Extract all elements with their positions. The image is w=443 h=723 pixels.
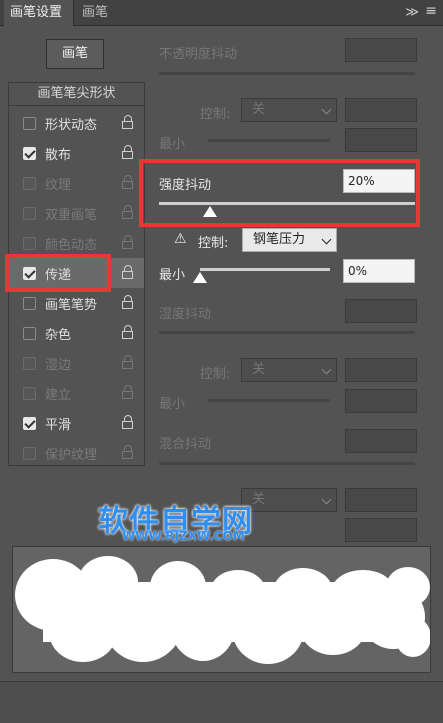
checkbox-brush-pose[interactable] [23,297,36,310]
checkbox-wet-edges[interactable] [23,357,36,370]
sidebar-item-label: 纹理 [45,178,72,193]
checkbox-smoothing[interactable] [23,417,36,430]
sidebar-item-label: 形状动态 [45,118,98,133]
checkbox-noise[interactable] [23,327,36,340]
checkbox-shape-dynamics[interactable] [23,117,36,130]
checkbox-scattering[interactable] [23,147,36,160]
chevron-down-icon [321,364,332,375]
sidebar-item-label: 平滑 [45,418,72,433]
brush-tip-shape-item[interactable]: 画笔笔尖形状 [8,82,145,106]
sidebar-item-label: 散布 [45,148,72,163]
lock-icon[interactable] [122,115,134,130]
wetness-jitter-field[interactable] [345,299,417,323]
sidebar-item-label: 湿边 [45,358,72,373]
highlight-flow-jitter [139,159,420,227]
lock-icon[interactable] [122,415,134,430]
wetness-control-field[interactable] [345,358,417,382]
sidebar-item-smoothing[interactable]: 平滑 [9,408,144,438]
opacity-minimum-slider[interactable] [208,139,330,142]
checkbox-protect-texture[interactable] [23,447,36,460]
sidebar-item-protect-texture[interactable]: 保护纹理 [9,438,144,468]
chevron-down-icon [321,104,332,115]
brush-stroke-shape [15,556,430,664]
tab-brush-settings[interactable]: 画笔设置 [4,0,74,26]
sidebar-item-label: 双重画笔 [45,208,98,223]
panel-menu-icon[interactable]: ≡ [425,3,437,19]
mix-minimum-field[interactable] [345,518,417,542]
checkbox-dual-brush[interactable] [23,207,36,220]
tab-brush[interactable]: 画笔 [76,0,116,26]
lock-icon[interactable] [122,325,134,340]
opacity-jitter-label: 不透明度抖动 [159,47,238,62]
sidebar-item-scattering[interactable]: 散布 [9,138,144,168]
sidebar-item-label: 画笔笔势 [45,298,98,313]
mix-control-value: 关 [252,492,266,507]
sidebar-item-shape-dynamics[interactable]: 形状动态 [9,108,144,138]
watermark-url: WWW.RJZXW.COM [122,529,245,543]
lock-icon[interactable] [122,145,134,160]
flow-control-label: 控制: [198,236,229,251]
mix-jitter-field[interactable] [345,429,417,453]
flow-minimum-label: 最小 [159,268,186,283]
mix-control-field[interactable] [345,488,417,512]
wetness-minimum-slider[interactable] [208,399,330,402]
wetness-jitter-slider[interactable] [159,331,415,334]
flow-minimum-slider-thumb[interactable] [193,272,207,283]
sidebar-item-label: 保护纹理 [45,448,98,463]
sidebar-item-build-up[interactable]: 建立 [9,378,144,408]
flow-control-value: 钢笔压力 [253,232,306,247]
mix-jitter-slider[interactable] [159,462,415,465]
sidebar-item-wet-edges[interactable]: 湿边 [9,348,144,378]
mix-jitter-label: 混合抖动 [159,437,212,452]
lock-icon[interactable] [122,235,134,250]
opacity-jitter-slider[interactable] [159,72,415,75]
opacity-control-field[interactable] [345,98,417,122]
sidebar-item-label: 建立 [45,388,72,403]
chevron-down-icon [321,234,332,245]
opacity-jitter-field[interactable] [345,38,417,62]
mix-control-select[interactable]: 关 [241,488,337,512]
brushes-button[interactable]: 画笔 [46,39,104,69]
flow-control-select[interactable]: 钢笔压力 [242,228,337,252]
wetness-minimum-field[interactable] [345,389,417,413]
lock-icon[interactable] [122,445,134,460]
checkbox-build-up[interactable] [23,387,36,400]
panel-footer [0,681,443,723]
lock-icon[interactable] [122,295,134,310]
wetness-minimum-label: 最小 [159,397,186,412]
lock-icon[interactable] [122,385,134,400]
flow-minimum-field[interactable]: 0% [343,259,415,283]
wetness-control-label: 控制: [200,367,231,382]
sidebar-item-texture[interactable]: 纹理 [9,168,144,198]
wetness-control-select[interactable]: 关 [241,358,337,382]
opacity-control-label: 控制: [200,107,231,122]
sidebar-item-noise[interactable]: 杂色 [9,318,144,348]
wetness-jitter-label: 湿度抖动 [159,307,212,322]
checkbox-texture[interactable] [23,177,36,190]
lock-icon[interactable] [122,355,134,370]
wetness-control-value: 关 [252,362,266,377]
sidebar-item-label: 颜色动态 [45,238,98,253]
warning-icon: ⚠ [174,231,187,247]
brush-stroke-preview [12,546,431,673]
lock-icon[interactable] [122,205,134,220]
highlight-transfer-item [5,254,111,292]
lock-icon[interactable] [122,175,134,190]
opacity-control-select[interactable]: 关 [241,98,337,122]
sidebar-item-brush-pose[interactable]: 画笔笔势 [9,288,144,318]
sidebar-item-dual-brush[interactable]: 双重画笔 [9,198,144,228]
chevron-down-icon [321,494,332,505]
lock-icon[interactable] [122,265,134,280]
checkbox-color-dynamics[interactable] [23,237,36,250]
sidebar-item-label: 杂色 [45,328,72,343]
collapse-panel-icon[interactable]: ≫ [405,5,419,20]
opacity-minimum-label: 最小 [159,137,186,152]
opacity-control-value: 关 [252,102,266,117]
flow-minimum-slider[interactable] [200,268,330,271]
opacity-minimum-field[interactable] [345,128,417,152]
